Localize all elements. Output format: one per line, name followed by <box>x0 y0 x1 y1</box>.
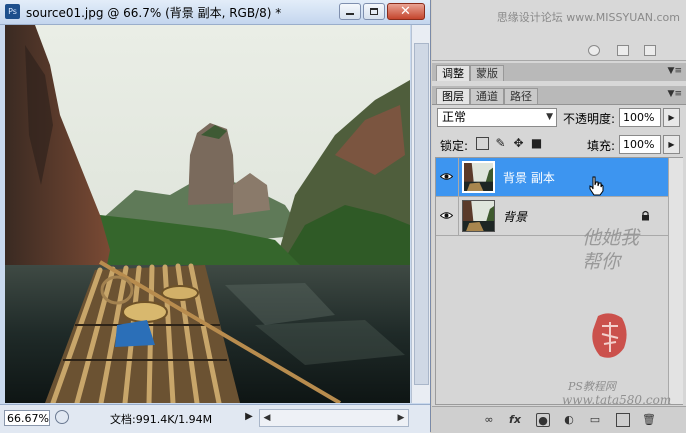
folder-icon[interactable]: ▭ <box>588 413 602 427</box>
history-panel: 思缘设计论坛 www.MISSYUAN.com <box>432 0 686 61</box>
lock-all-icon[interactable]: ■ <box>530 137 543 150</box>
new-snapshot-icon[interactable] <box>617 45 629 56</box>
document-status-bar: 66.67% 文档:991.4K/1.94M ▶ ◀ ▶ <box>0 404 430 433</box>
calligraphy-watermark: 他她我帮你 <box>582 227 640 273</box>
eye-icon <box>440 173 453 180</box>
tab-adjustments[interactable]: 调整 <box>436 65 470 81</box>
tab-channels[interactable]: 通道 <box>470 88 504 104</box>
layer-row-background-copy[interactable]: 背景 副本 <box>436 158 668 197</box>
document-window: Ps source01.jpg @ 66.7% (背景 副本, RGB/8) *… <box>0 0 431 433</box>
hand-cursor-icon <box>589 176 604 196</box>
lock-icon <box>642 210 649 221</box>
visibility-toggle[interactable] <box>436 158 459 196</box>
horizontal-scrollbar[interactable]: ◀ ▶ <box>259 409 409 427</box>
scroll-left-icon[interactable]: ◀ <box>260 410 274 426</box>
layer-thumbnail[interactable] <box>462 200 495 232</box>
minimize-button[interactable] <box>339 3 361 20</box>
close-icon: ✕ <box>400 4 411 19</box>
lock-label: 锁定: <box>440 139 469 153</box>
lock-transparent-icon[interactable] <box>476 137 489 150</box>
layer-name[interactable]: 背景 <box>503 208 527 225</box>
zoom-level-field[interactable]: 66.67% <box>4 410 50 426</box>
status-info-icon[interactable] <box>55 410 69 424</box>
blend-mode-value: 正常 <box>442 110 467 124</box>
site-watermark-url: www.tata580.com <box>562 393 672 407</box>
panel-menu-icon[interactable]: ▼≡ <box>668 89 682 99</box>
link-icon[interactable]: ∞ <box>482 413 496 427</box>
panel-menu-icon[interactable]: ▼≡ <box>668 66 682 76</box>
photo-river-bamboo-raft <box>5 25 410 403</box>
vertical-scrollbar[interactable] <box>411 25 430 403</box>
tab-layers[interactable]: 图层 <box>436 88 470 104</box>
image-canvas[interactable] <box>5 25 410 403</box>
document-titlebar[interactable]: Ps source01.jpg @ 66.7% (背景 副本, RGB/8) *… <box>0 0 430 25</box>
maximize-icon <box>370 8 378 15</box>
fx-icon[interactable]: fx <box>508 413 522 427</box>
layer-name[interactable]: 背景 副本 <box>503 169 555 186</box>
adjustments-tabbar: 调整 蒙版 ▼≡ <box>432 63 686 82</box>
maximize-button[interactable] <box>363 3 385 20</box>
scroll-right-icon[interactable]: ▶ <box>394 410 408 426</box>
opacity-label: 不透明度: <box>563 112 616 126</box>
ps-logo-icon: Ps <box>5 4 20 19</box>
mask-icon[interactable]: ● <box>536 413 550 427</box>
fill-label: 填充: <box>587 139 616 153</box>
opacity-field[interactable]: 100% <box>619 108 661 127</box>
layers-tabbar: 图层 通道 路径 ▼≡ <box>432 86 686 105</box>
no-icon[interactable] <box>588 45 600 56</box>
site-watermark-cn: PS教程网 <box>568 380 616 393</box>
status-menu-arrow-icon[interactable]: ▶ <box>243 409 255 425</box>
document-title: source01.jpg @ 66.7% (背景 副本, RGB/8) * <box>26 6 282 20</box>
fill-slider-button[interactable]: ▶ <box>663 135 680 154</box>
adjustment-icon[interactable]: ◐ <box>562 413 576 427</box>
lock-move-icon[interactable]: ✥ <box>512 137 525 150</box>
close-button[interactable]: ✕ <box>387 3 425 20</box>
blend-mode-select[interactable]: 正常 ▼ <box>437 108 557 127</box>
layer-list-scrollbar[interactable] <box>668 158 683 404</box>
opacity-slider-button[interactable]: ▶ <box>663 108 680 127</box>
minimize-icon <box>346 13 354 15</box>
trash-icon[interactable]: 🗑 <box>642 413 656 427</box>
fill-field[interactable]: 100% <box>619 135 661 154</box>
lock-brush-icon[interactable]: ✎ <box>494 137 507 150</box>
new-layer-icon[interactable] <box>616 413 630 427</box>
layer-thumbnail[interactable] <box>462 161 495 193</box>
layers-footer-toolbar: ∞ fx ● ◐ ▭ 🗑 <box>432 406 686 433</box>
eye-icon <box>440 212 453 219</box>
trash-icon[interactable] <box>644 45 656 56</box>
layers-panel: 图层 通道 路径 ▼≡ 正常 ▼ 不透明度: 100% ▶ 锁定: ✎ ✥ ■ … <box>432 86 686 433</box>
visibility-toggle[interactable] <box>436 197 459 235</box>
site-watermark: 思缘设计论坛 www.MISSYUAN.com <box>496 11 680 24</box>
panel-dock: 思缘设计论坛 www.MISSYUAN.com 调整 蒙版 ▼≡ 图层 通道 路… <box>432 0 686 433</box>
tab-masks[interactable]: 蒙版 <box>470 65 504 81</box>
document-size-info: 文档:991.4K/1.94M <box>110 413 213 426</box>
chevron-down-icon: ▼ <box>546 112 553 122</box>
layer-list: 背景 副本 背景 <box>435 157 683 405</box>
tab-paths[interactable]: 路径 <box>504 88 538 104</box>
red-seal-stamp <box>592 313 627 358</box>
